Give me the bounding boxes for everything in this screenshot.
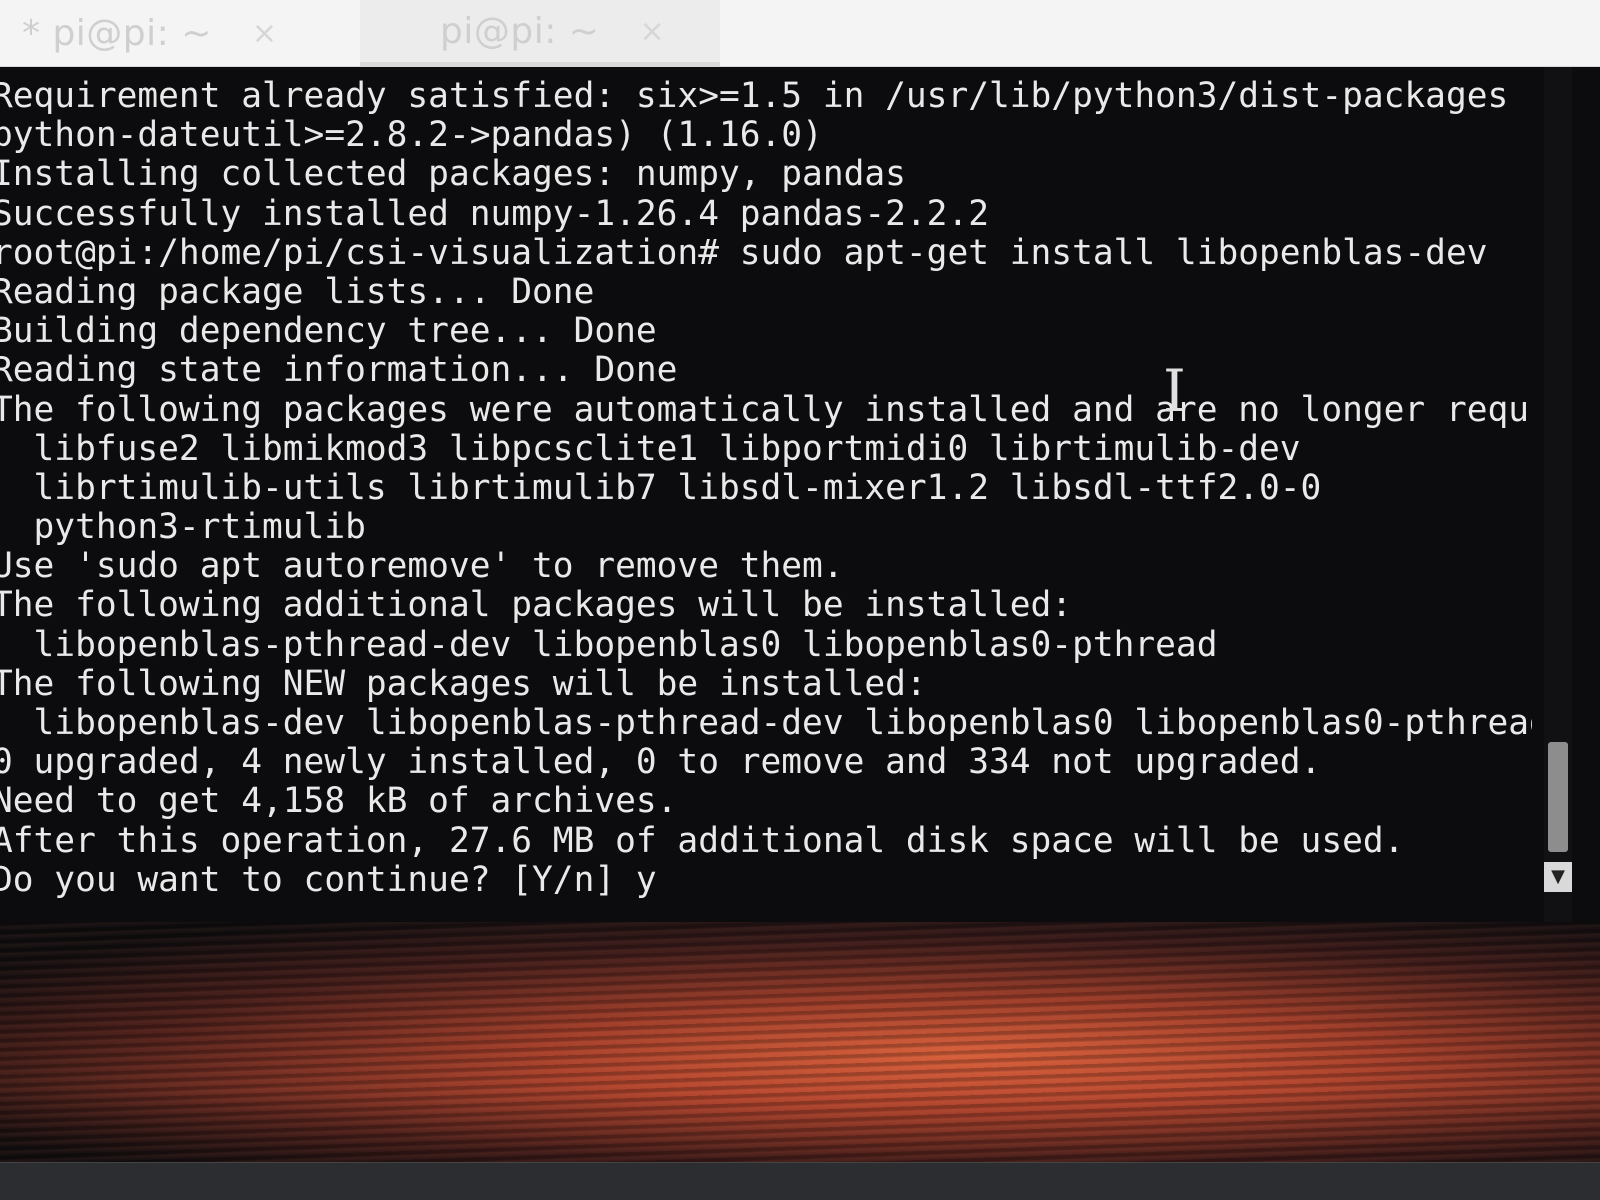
desktop-wallpaper [0,922,1600,1162]
taskbar [0,1162,1600,1200]
tab-label: * pi@pi: ~ [22,12,212,54]
terminal-line: python-dateutil>=2.8.2->pandas) (1.16.0) [0,116,823,156]
tab-terminal-2-active[interactable]: pi@pi: ~ × [360,0,720,66]
terminal-line: After this operation, 27.6 MB of additio… [0,821,1405,861]
terminal-line: Reading package lists... Done [0,272,595,312]
terminal-prompt-line: Do you want to continue? [Y/n] y [0,860,657,900]
terminal-line: python3-rtimulib [0,508,366,548]
terminal-line: 0 upgraded, 4 newly installed, 0 to remo… [0,743,1322,783]
terminal-lines: Requirement already satisfied: six>=1.5 … [0,77,1532,900]
tab-label: pi@pi: ~ [440,10,600,52]
terminal-line: root@pi:/home/pi/csi-visualization# sudo… [0,233,1488,273]
close-icon[interactable]: × [252,16,277,51]
terminal-output[interactable]: Requirement already satisfied: six>=1.5 … [0,67,1600,922]
scrollbar-thumb[interactable] [1548,742,1568,852]
terminal-line: Installing collected packages: numpy, pa… [0,155,906,195]
terminal-line: libopenblas-pthread-dev libopenblas0 lib… [0,625,1218,665]
scroll-down-arrow-icon[interactable]: ▼ [1544,862,1572,892]
text-cursor-icon: I [1163,357,1186,425]
terminal-line: libfuse2 libmikmod3 libpcsclite1 libport… [0,429,1301,469]
screen: * pi@pi: ~ × pi@pi: ~ × Requirement alre… [0,0,1600,1200]
terminal-line: librtimulib-utils librtimulib7 libsdl-mi… [0,468,1322,508]
tab-terminal-1[interactable]: * pi@pi: ~ × [22,0,352,66]
terminal-line: Building dependency tree... Done [0,312,657,352]
terminal-line: The following additional packages will b… [0,586,1073,626]
terminal-line: The following packages were automaticall… [0,390,1532,430]
terminal-line: Requirement already satisfied: six>=1.5 … [0,77,1532,116]
tab-bar: * pi@pi: ~ × pi@pi: ~ × [0,0,1600,67]
close-icon[interactable]: × [639,14,664,49]
terminal-line: Need to get 4,158 kB of archives. [0,782,678,822]
terminal-line: Successfully installed numpy-1.26.4 pand… [0,194,989,234]
terminal-line: Reading state information... Done [0,351,678,391]
terminal-line: The following NEW packages will be insta… [0,664,927,704]
terminal-line: Use 'sudo apt autoremove' to remove them… [0,547,844,587]
terminal-line: libopenblas-dev libopenblas-pthread-dev … [0,704,1532,743]
terminal-scrollbar[interactable]: ▼ [1544,67,1572,922]
